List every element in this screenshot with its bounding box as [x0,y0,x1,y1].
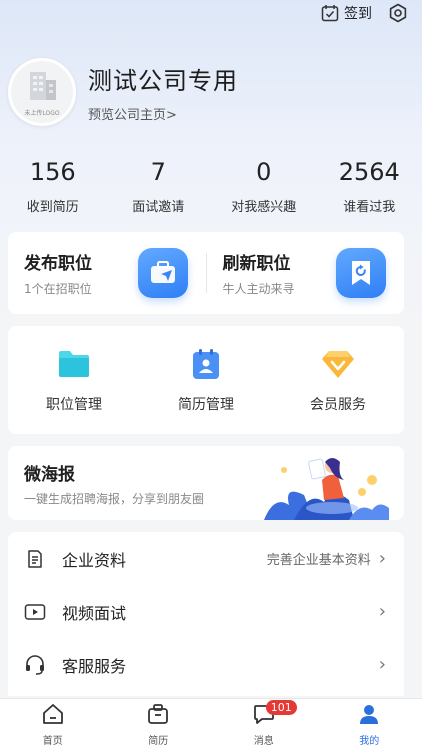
tab-messages[interactable]: 101 消息 [224,699,304,750]
signin-button[interactable]: 签到 [321,3,372,23]
building-icon [22,68,62,106]
stat-who-viewed-me[interactable]: 2564 谁看过我 [319,158,419,215]
resume-management-button[interactable]: 简历管理 [151,346,261,414]
company-logo[interactable]: 未上传LOGO [8,58,76,126]
menu-label: 客服服务 [62,656,127,676]
post-job-button[interactable]: 发布职位 1个在招职位 [8,248,206,298]
chevron-right-icon: › [378,654,386,675]
headset-icon [24,654,46,676]
poster-title: 微海报 [24,465,75,485]
company-name: 测试公司专用 [88,67,238,95]
stat-interested-in-me[interactable]: 0 对我感兴趣 [214,158,314,215]
tool-label: 职位管理 [46,397,102,413]
home-icon [41,703,65,729]
calendar-check-icon [321,4,339,22]
stats-row: 156 收到简历 7 面试邀请 0 对我感兴趣 2564 谁看过我 [0,158,422,215]
menu-item-customer-service[interactable]: 客服服务 › [8,638,404,691]
top-bar: 签到 [321,0,422,26]
tab-label: 消息 [253,735,274,747]
stat-label: 谁看过我 [343,200,396,215]
refresh-job-button[interactable]: 刷新职位 牛人主动来寻 [207,248,405,298]
stat-interview-invites[interactable]: 7 面试邀请 [108,158,208,215]
settings-menu: 企业资料 完善企业基本资料 › 视频面试 › 客服服务 › [8,532,404,696]
logo-caption: 未上传LOGO [24,109,60,117]
folder-icon [56,346,92,382]
job-management-button[interactable]: 职位管理 [19,346,129,414]
menu-item-company-info[interactable]: 企业资料 完善企业基本资料 › [8,532,404,585]
tab-resume[interactable]: 简历 [118,699,198,750]
tools-card: 职位管理 简历管理 会员服务 [8,326,404,434]
refresh-job-subtitle: 牛人主动来寻 [222,282,295,296]
bottom-tab-bar: 首页 简历 101 消息 我的 [0,698,422,750]
stat-value: 7 [150,158,166,186]
vip-diamond-icon [320,346,356,382]
stat-value: 156 [29,158,76,186]
vip-service-button[interactable]: 会员服务 [283,346,393,414]
post-job-title: 发布职位 [24,254,92,274]
settings-gear-icon[interactable] [388,3,408,23]
poster-subtitle: 一键生成招聘海报，分享到朋友圈 [24,492,205,506]
company-profile[interactable]: 未上传LOGO 测试公司专用 预览公司主页> [8,58,238,126]
stat-value: 2564 [338,158,400,186]
stat-label: 面试邀请 [132,200,185,215]
signin-label: 签到 [344,6,372,22]
tab-mine[interactable]: 我的 [329,699,409,750]
profile-icon [357,703,381,729]
document-icon [24,548,46,570]
refresh-bookmark-icon [336,248,386,298]
briefcase-send-icon [137,248,188,298]
video-icon [24,601,46,623]
resume-icon [188,346,224,382]
chevron-right-icon: › [378,548,386,569]
menu-label: 视频面试 [62,603,127,623]
tool-label: 简历管理 [178,397,234,413]
tab-label: 简历 [148,735,169,747]
micro-poster-banner[interactable]: 微海报 一键生成招聘海报，分享到朋友圈 [8,446,404,520]
stat-resumes-received[interactable]: 156 收到简历 [3,158,103,215]
refresh-job-title: 刷新职位 [222,254,291,274]
tab-home[interactable]: 首页 [13,699,93,750]
tab-label: 首页 [42,735,63,747]
menu-hint: 完善企业基本资料 [266,553,371,568]
menu-item-video-interview[interactable]: 视频面试 › [8,585,404,638]
unread-badge: 101 [265,700,297,715]
chevron-right-icon: › [378,601,386,622]
tool-label: 会员服务 [310,397,366,413]
poster-illustration [254,450,394,520]
stat-value: 0 [256,158,272,186]
briefcase-icon [146,703,170,729]
preview-homepage-link[interactable]: 预览公司主页> [88,104,238,123]
post-job-subtitle: 1个在招职位 [24,282,92,296]
stat-label: 对我感兴趣 [231,200,297,215]
job-actions-card: 发布职位 1个在招职位 刷新职位 牛人主动来寻 [8,232,404,314]
menu-label: 企业资料 [62,550,127,570]
stat-label: 收到简历 [26,200,79,215]
tab-label: 我的 [359,735,380,747]
